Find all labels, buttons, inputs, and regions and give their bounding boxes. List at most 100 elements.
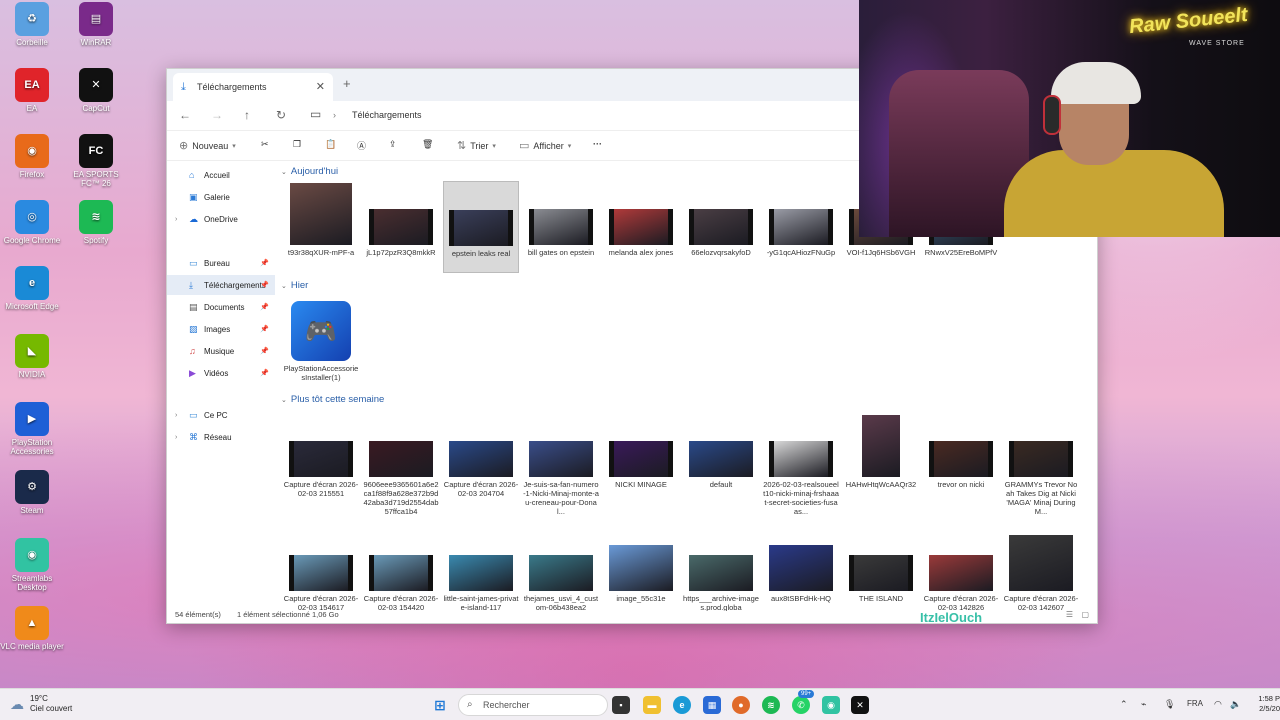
clock[interactable]: 1:58 P 2/5/20 xyxy=(1248,694,1280,714)
new-button[interactable]: ⊕ Nouveau ▾ xyxy=(179,139,236,152)
file-item[interactable]: Capture d'écran 2026-02-03 142826 xyxy=(923,527,999,611)
sidebar-item-network[interactable]: › ⌘ Réseau xyxy=(167,427,275,447)
file-item[interactable]: thejames_usvi_4_custom-06b438ea2 xyxy=(523,527,599,611)
file-item[interactable]: Capture d'écran 2026-02-03 142607 xyxy=(1003,527,1079,611)
file-item[interactable]: little-saint-james-private-island-117 xyxy=(443,527,519,611)
forward-arrow-icon[interactable]: → xyxy=(211,108,223,122)
copy-icon[interactable]: ❐ xyxy=(293,139,301,150)
task-view-icon[interactable]: ▪ xyxy=(612,696,630,714)
file-item[interactable]: Capture d'écran 2026-02-03 154420 xyxy=(363,527,439,611)
file-item[interactable]: jL1p72pzR3Q8mkkR xyxy=(363,181,439,273)
desktop-icon-winrar[interactable]: ▤ WinRAR xyxy=(64,2,128,47)
share-icon[interactable]: ⇪ xyxy=(389,139,397,150)
wifi-icon[interactable]: ◠ xyxy=(1214,699,1222,710)
firefox-icon[interactable]: ● xyxy=(732,696,750,714)
more-options-icon[interactable]: ··· xyxy=(593,139,602,149)
file-item[interactable]: NICKI MINAGE xyxy=(603,413,679,505)
file-item[interactable]: melanda alex jones xyxy=(603,181,679,273)
file-item[interactable]: trevor on nicki xyxy=(923,413,999,505)
expand-chevron-icon[interactable]: › xyxy=(175,216,177,223)
tiles-view-icon[interactable]: ▢ xyxy=(1081,610,1089,619)
rename-icon[interactable]: Ⓐ xyxy=(357,139,366,152)
file-item[interactable]: epstein leaks real xyxy=(443,181,519,273)
language-indicator[interactable]: FRA xyxy=(1187,699,1203,708)
file-item[interactable]: Capture d'écran 2026-02-03 215551 xyxy=(283,413,359,505)
tab-downloads[interactable]: ⤓ Téléchargements ✕ xyxy=(173,73,333,101)
file-explorer-icon[interactable]: ▬ xyxy=(643,696,661,714)
expand-chevron-icon[interactable]: › xyxy=(175,434,177,441)
expand-chevron-icon[interactable]: › xyxy=(175,412,177,419)
close-tab-icon[interactable]: ✕ xyxy=(316,80,325,93)
streamlabs-icon[interactable]: ◉ xyxy=(822,696,840,714)
new-tab-icon[interactable]: + xyxy=(343,76,351,91)
group-header[interactable]: ⌄ Hier xyxy=(281,280,308,291)
sidebar-item-documents[interactable]: ▤ Documents 📌 xyxy=(167,297,275,317)
sidebar-item-pc[interactable]: › ▭ Ce PC xyxy=(167,405,275,425)
sort-button[interactable]: ⇅ Trier ▾ xyxy=(457,139,496,152)
monitor-icon[interactable]: ▭ xyxy=(310,107,321,121)
view-button[interactable]: ▭ Afficher ▾ xyxy=(519,139,571,152)
desktop-icon-easports-fc[interactable]: FC EA SPORTS FC™ 26 xyxy=(64,134,128,188)
file-item[interactable]: Capture d'écran 2026-02-03 154617 xyxy=(283,527,359,611)
spotify-icon[interactable]: ≋ xyxy=(762,696,780,714)
desktop-icon-recycle-bin[interactable]: ♻ Corbeille xyxy=(0,2,64,47)
file-item[interactable]: -yG1qcAHiozFNuGp xyxy=(763,181,839,273)
breadcrumb[interactable]: Téléchargements xyxy=(352,110,422,120)
file-item[interactable]: 9606eee9365601a6e2ca1f88f9a628e372b9d42a… xyxy=(363,413,439,516)
edge-icon[interactable]: e xyxy=(673,696,691,714)
desktop-icon-ea[interactable]: EA EA xyxy=(0,68,64,113)
desktop-icon-capcut[interactable]: ✕ CapCut xyxy=(64,68,128,113)
file-item[interactable]: bill gates on epstein xyxy=(523,181,599,273)
sidebar-item-desktop-folder[interactable]: ▭ Bureau 📌 xyxy=(167,253,275,273)
desktop-icon-edge[interactable]: e Microsoft Edge xyxy=(0,266,64,311)
capcut-icon[interactable]: ✕ xyxy=(851,696,869,714)
back-arrow-icon[interactable]: ← xyxy=(179,108,191,122)
up-arrow-icon[interactable]: ↑ xyxy=(244,108,250,122)
collapse-chevron-icon[interactable]: ⌄ xyxy=(281,168,287,176)
sidebar-item-download[interactable]: ⤓ Téléchargements 📌 xyxy=(167,275,275,295)
network-tray-icon[interactable]: ⌁ xyxy=(1141,699,1146,710)
group-header[interactable]: ⌄ Plus tôt cette semaine xyxy=(281,394,384,405)
sidebar-item-home[interactable]: ⌂ Accueil xyxy=(167,165,275,185)
file-item[interactable]: 66elozvqrsakyfoD xyxy=(683,181,759,273)
group-header[interactable]: ⌄ Aujourd'hui xyxy=(281,166,338,177)
windows-start-icon[interactable]: ⊞ xyxy=(431,696,449,714)
tray-chevron-icon[interactable]: ⌃ xyxy=(1120,699,1128,710)
file-item[interactable]: Je-suis-sa-fan-numero-1-Nicki-Minaj-mont… xyxy=(523,413,599,516)
desktop-icon-spotify[interactable]: ≋ Spotify xyxy=(64,200,128,245)
file-item[interactable]: https___archive-images.prod.globa xyxy=(683,527,759,611)
file-item[interactable]: 🎮 PlayStationAccessoriesInstaller(1) xyxy=(283,297,359,389)
file-item[interactable]: HAHwHtqWcAAQr32 xyxy=(843,413,919,505)
mic-icon[interactable]: 🎙 xyxy=(1164,699,1175,710)
desktop-icon-vlc[interactable]: ▲ VLC media player xyxy=(0,606,64,651)
file-item[interactable]: default xyxy=(683,413,759,505)
file-item[interactable]: t93r38qXUR-mPF-a xyxy=(283,181,359,273)
desktop-icon-steam[interactable]: ⚙ Steam xyxy=(0,470,64,515)
file-item[interactable]: 2026-02-03-realsoueelt10-nicki-minaj-frs… xyxy=(763,413,839,516)
cut-icon[interactable]: ✂ xyxy=(261,139,269,150)
file-item[interactable]: image_55c31e xyxy=(603,527,679,611)
delete-icon[interactable]: 🗑 xyxy=(422,139,433,150)
store-icon[interactable]: ▦ xyxy=(703,696,721,714)
sidebar-item-onedrive[interactable]: › ☁ OneDrive xyxy=(167,209,275,229)
desktop-icon-nvidia[interactable]: ◣ NVIDIA xyxy=(0,334,64,379)
desktop-icon-chrome[interactable]: ◎ Google Chrome xyxy=(0,200,64,245)
collapse-chevron-icon[interactable]: ⌄ xyxy=(281,396,287,404)
desktop-icon-playstation-accessories[interactable]: ▶ PlayStation Accessories xyxy=(0,402,64,456)
desktop-icon-streamlabs[interactable]: ◉ Streamlabs Desktop xyxy=(0,538,64,592)
refresh-icon[interactable]: ↻ xyxy=(276,108,286,122)
collapse-chevron-icon[interactable]: ⌄ xyxy=(281,282,287,290)
file-item[interactable]: aux8tSBFdHk-HQ xyxy=(763,527,839,611)
whatsapp-icon[interactable]: ✆ xyxy=(792,696,810,714)
desktop-icon-firefox[interactable]: ◉ Firefox xyxy=(0,134,64,179)
sidebar-item-music[interactable]: ♫ Musique 📌 xyxy=(167,341,275,361)
volume-icon[interactable]: 🔈 xyxy=(1230,699,1241,710)
sidebar-item-gallery[interactable]: ▣ Galerie xyxy=(167,187,275,207)
details-view-icon[interactable]: ☰ xyxy=(1066,610,1073,619)
file-item[interactable]: THE ISLAND xyxy=(843,527,919,611)
file-item[interactable]: GRAMMYs Trevor Noah Takes Dig at Nicki '… xyxy=(1003,413,1079,516)
paste-icon[interactable]: 📋 xyxy=(325,139,336,150)
taskbar-search[interactable]: ⌕ Rechercher xyxy=(458,694,608,716)
sidebar-item-images[interactable]: ▨ Images 📌 xyxy=(167,319,275,339)
weather-widget[interactable]: ☁ 19°C Ciel couvert xyxy=(10,694,72,714)
